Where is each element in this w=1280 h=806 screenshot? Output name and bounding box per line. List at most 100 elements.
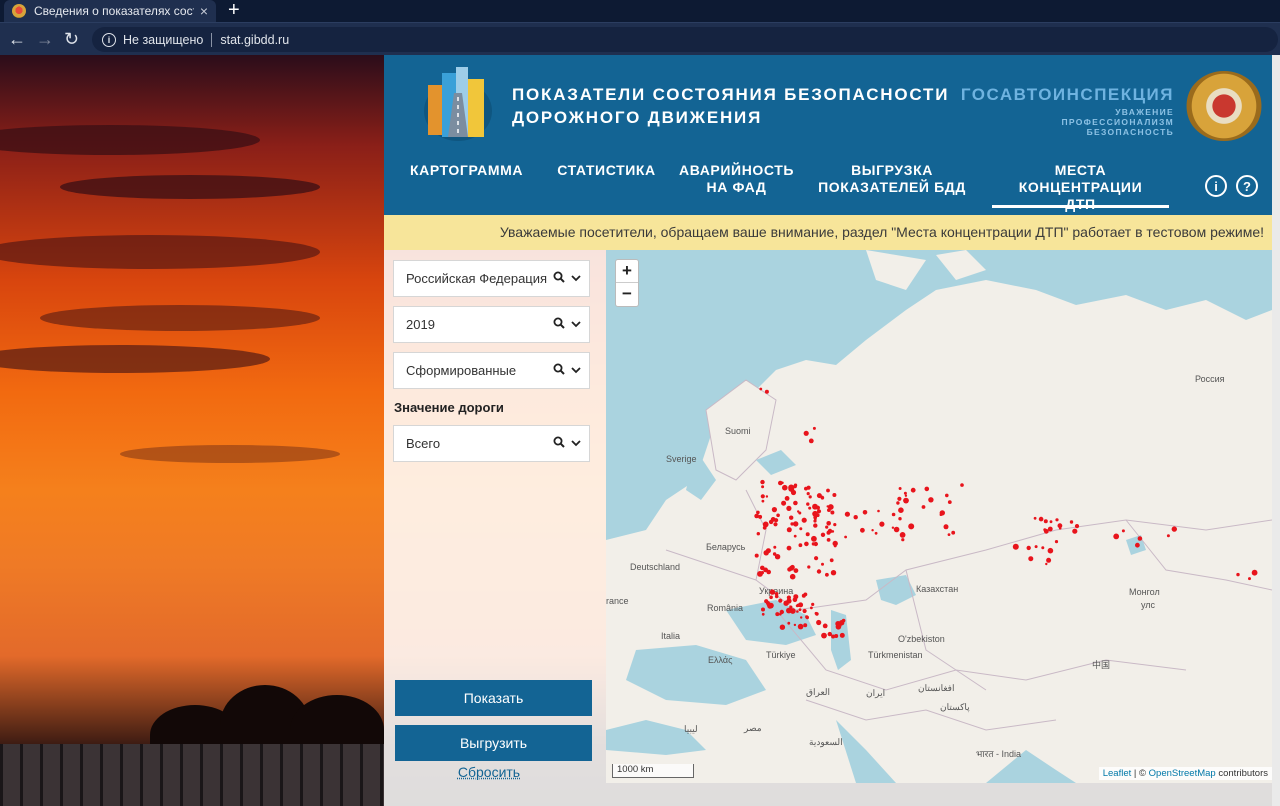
security-info-icon[interactable]: i: [102, 32, 116, 47]
search-icon[interactable]: [553, 363, 565, 378]
accident-dot[interactable]: [773, 545, 777, 549]
accident-dot[interactable]: [844, 535, 847, 539]
accident-dot[interactable]: [951, 530, 956, 535]
accident-dot[interactable]: [797, 510, 800, 513]
search-icon[interactable]: [553, 317, 565, 332]
accident-dot[interactable]: [775, 612, 780, 617]
accident-dot[interactable]: [754, 553, 759, 558]
accident-dot[interactable]: [830, 510, 835, 515]
accident-dot[interactable]: [760, 571, 764, 575]
accident-dot[interactable]: [939, 513, 943, 516]
accident-dot[interactable]: [813, 523, 818, 528]
search-icon[interactable]: [553, 271, 565, 286]
accident-dot[interactable]: [943, 524, 949, 530]
accident-dot[interactable]: [766, 569, 771, 575]
accident-dot[interactable]: [778, 598, 783, 603]
forward-icon[interactable]: →: [36, 29, 54, 50]
accident-dot[interactable]: [787, 567, 792, 572]
accident-dot[interactable]: [826, 538, 831, 542]
chevron-down-icon[interactable]: [571, 319, 581, 331]
accident-dot[interactable]: [871, 529, 874, 532]
accident-dot[interactable]: [789, 605, 793, 609]
accident-dot[interactable]: [811, 602, 815, 606]
accident-dot[interactable]: [767, 602, 771, 606]
accident-dot[interactable]: [808, 438, 814, 444]
road-value-select[interactable]: Всего: [393, 425, 590, 462]
accident-dot[interactable]: [874, 531, 878, 535]
accident-dot[interactable]: [769, 595, 773, 600]
accident-dot[interactable]: [1043, 528, 1049, 534]
accident-dot[interactable]: [799, 527, 803, 531]
accident-dot[interactable]: [1049, 520, 1053, 524]
accident-dot[interactable]: [810, 606, 813, 610]
accident-dot[interactable]: [903, 491, 907, 495]
leaflet-link[interactable]: Leaflet: [1103, 768, 1132, 779]
accident-dot[interactable]: [789, 573, 796, 580]
accident-dot[interactable]: [792, 597, 798, 603]
chevron-down-icon[interactable]: [571, 273, 581, 285]
accident-dot[interactable]: [805, 615, 809, 619]
accident-dot[interactable]: [827, 504, 834, 510]
accident-dot[interactable]: [844, 511, 850, 517]
export-button[interactable]: Выгрузить: [395, 725, 592, 761]
accident-dot[interactable]: [1041, 546, 1045, 550]
accident-dot[interactable]: [765, 495, 769, 498]
accident-dot[interactable]: [803, 592, 808, 597]
accident-dot[interactable]: [788, 484, 795, 491]
accident-dot[interactable]: [763, 550, 769, 556]
accident-dot[interactable]: [787, 621, 791, 625]
reset-link[interactable]: Сбросить: [384, 764, 594, 780]
accident-dot[interactable]: [1047, 526, 1053, 532]
browser-tab[interactable]: Сведения о показателях состоя ×: [4, 0, 216, 22]
accident-dot[interactable]: [832, 493, 837, 497]
accident-dot[interactable]: [1045, 562, 1048, 566]
accident-dot[interactable]: [816, 493, 822, 499]
accident-dot[interactable]: [825, 525, 829, 529]
accident-dot[interactable]: [806, 492, 810, 496]
accident-dot[interactable]: [921, 505, 926, 509]
accident-dot[interactable]: [1028, 556, 1034, 562]
accident-dot[interactable]: [798, 543, 803, 548]
accident-dot[interactable]: [829, 558, 834, 563]
accident-dot[interactable]: [862, 510, 868, 515]
accident-dot[interactable]: [803, 623, 808, 628]
accident-dot[interactable]: [798, 608, 802, 612]
accident-dot[interactable]: [772, 552, 777, 556]
accident-dot[interactable]: [815, 505, 820, 510]
accident-dot[interactable]: [796, 610, 799, 613]
accident-dot[interactable]: [1072, 528, 1078, 534]
accident-dot[interactable]: [760, 479, 765, 485]
accident-dot[interactable]: [764, 389, 769, 394]
accident-dot[interactable]: [1137, 536, 1143, 541]
accident-dot[interactable]: [779, 624, 786, 630]
accident-dot[interactable]: [781, 500, 787, 506]
accident-dot[interactable]: [803, 430, 809, 436]
accident-dot[interactable]: [1047, 547, 1054, 554]
accident-dot[interactable]: [811, 542, 816, 546]
accident-dot[interactable]: [797, 623, 804, 630]
accident-dot[interactable]: [898, 507, 904, 513]
accident-dot[interactable]: [801, 517, 807, 523]
accident-dot[interactable]: [853, 515, 858, 520]
accident-dot[interactable]: [1113, 533, 1120, 540]
accident-dot[interactable]: [790, 489, 797, 496]
accident-dot[interactable]: [826, 521, 831, 526]
accident-dot[interactable]: [761, 607, 765, 612]
accident-dot[interactable]: [774, 594, 779, 599]
accident-dot[interactable]: [897, 496, 902, 501]
back-icon[interactable]: ←: [8, 29, 26, 50]
accident-dot[interactable]: [760, 494, 765, 499]
accident-dot[interactable]: [947, 533, 951, 536]
accident-dot[interactable]: [793, 521, 799, 527]
accident-dot[interactable]: [805, 532, 810, 537]
accident-dot[interactable]: [769, 589, 776, 595]
accident-dot[interactable]: [756, 532, 760, 536]
accident-dot[interactable]: [786, 505, 792, 511]
accident-dot[interactable]: [804, 541, 809, 547]
accident-dot[interactable]: [1054, 540, 1059, 544]
accident-dot[interactable]: [772, 517, 776, 521]
accident-dot[interactable]: [793, 623, 797, 627]
accident-dot[interactable]: [761, 612, 765, 616]
help-icon[interactable]: ?: [1236, 175, 1258, 197]
accident-dot[interactable]: [808, 495, 812, 499]
